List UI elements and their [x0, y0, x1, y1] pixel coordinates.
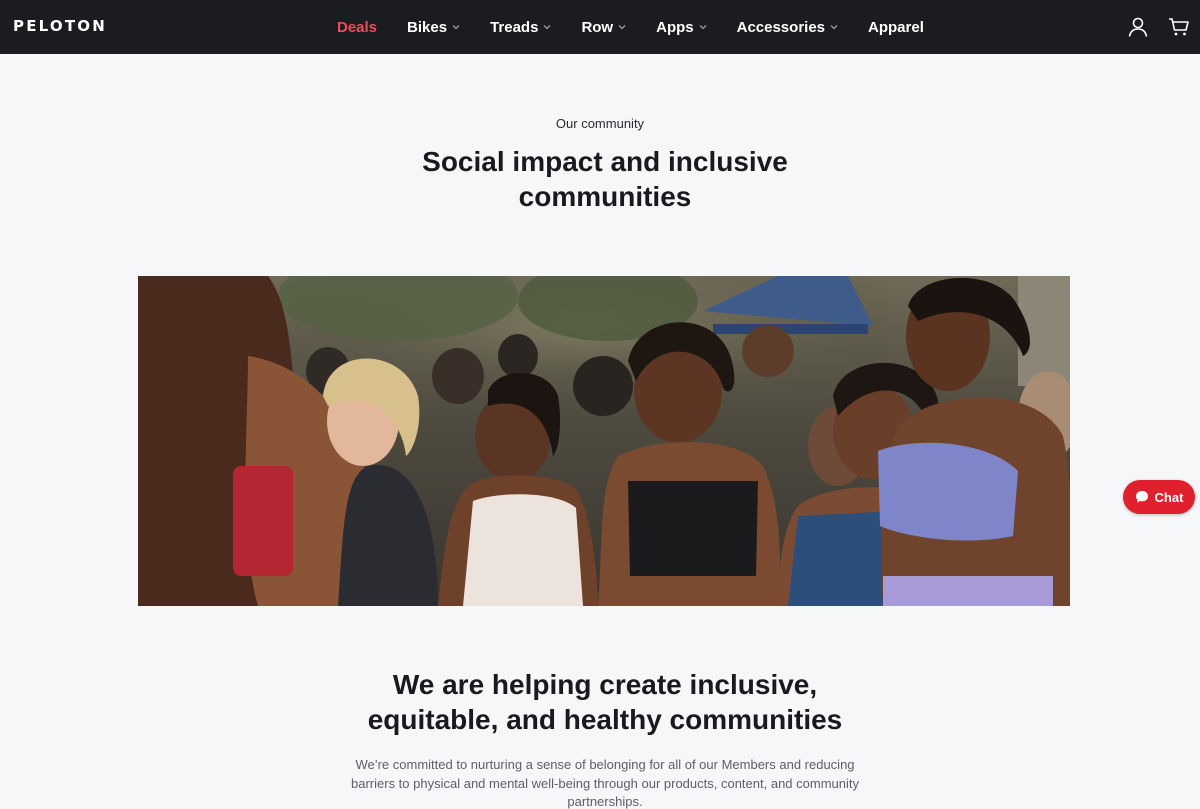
- section-title: We are helping create inclusive, equitab…: [367, 669, 843, 735]
- nav-item-treads[interactable]: Treads: [475, 19, 566, 36]
- chat-label: Chat: [1154, 489, 1184, 505]
- nav-item-label: Apps: [656, 18, 694, 36]
- nav-item-row[interactable]: Row: [566, 19, 641, 36]
- chat-bubble-icon: [1135, 491, 1148, 503]
- top-nav: PELOTON Deals Bikes Treads Row Apps Acce…: [0, 0, 1200, 54]
- nav-item-bikes[interactable]: Bikes: [392, 19, 475, 36]
- nav-item-label: Apparel: [868, 18, 924, 36]
- chevron-down-icon: [830, 25, 838, 30]
- chevron-down-icon: [699, 25, 707, 30]
- chevron-down-icon: [618, 25, 626, 30]
- nav-icons: [1127, 0, 1200, 54]
- section-body: We’re committed to nurturing a sense of …: [351, 757, 859, 809]
- nav-item-apparel[interactable]: Apparel: [853, 19, 939, 36]
- main-nav: Deals Bikes Treads Row Apps Accessories …: [322, 0, 939, 54]
- nav-item-apps[interactable]: Apps: [641, 19, 722, 36]
- page-title: Social impact and inclusive communities: [422, 146, 788, 212]
- nav-item-label: Treads: [490, 18, 539, 36]
- cart-icon[interactable]: [1168, 16, 1190, 38]
- peloton-logo[interactable]: PELOTON: [13, 17, 107, 35]
- chevron-down-icon: [452, 25, 460, 30]
- nav-item-label: Bikes: [407, 18, 448, 36]
- chat-button[interactable]: Chat: [1123, 480, 1195, 514]
- nav-item-label: Row: [581, 18, 614, 36]
- account-icon[interactable]: [1127, 16, 1149, 38]
- nav-item-accessories[interactable]: Accessories: [722, 19, 853, 36]
- nav-item-label: Accessories: [736, 18, 826, 36]
- nav-item-deals[interactable]: Deals: [322, 19, 392, 36]
- community-photo: [138, 276, 1070, 606]
- nav-item-label: Deals: [337, 18, 378, 36]
- chevron-down-icon: [543, 25, 551, 30]
- eyebrow-label: Our community: [555, 116, 645, 131]
